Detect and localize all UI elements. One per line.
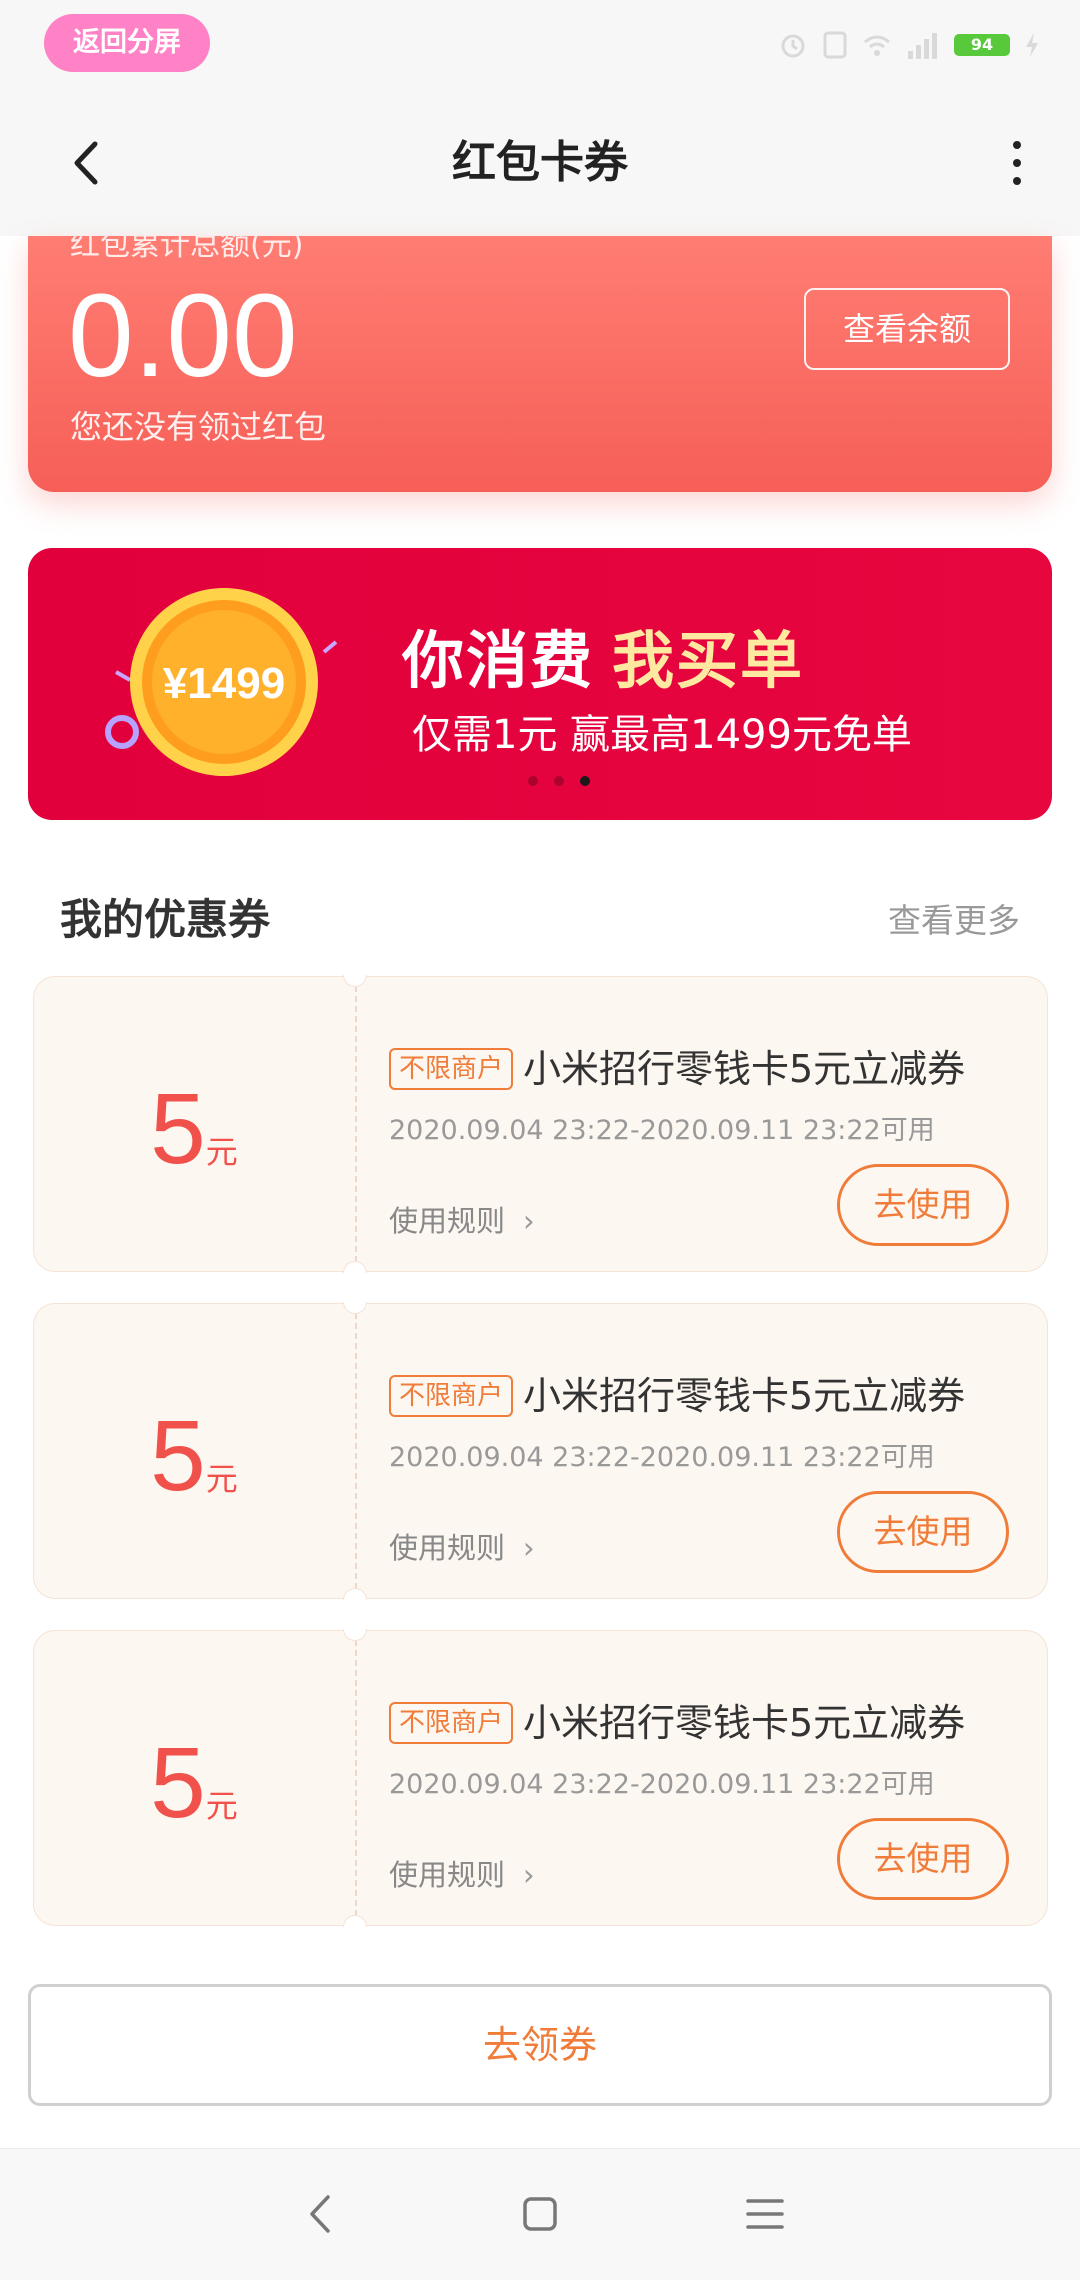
page-title: 红包卡券 [452, 137, 628, 188]
gold-coin-icon: ¥1499 [105, 588, 338, 776]
status-icons: 94 [778, 26, 1040, 64]
coin-text: ¥1499 [163, 659, 285, 708]
navigation-bar: 红包卡券 [0, 90, 1080, 236]
red-packet-card: 红包累计总额(元) 0.00 您还没有领过红包 查看余额 [28, 236, 1052, 492]
alarm-icon [781, 34, 805, 58]
coupon-card: 5元 不限商户 小米招行零钱卡5元立减券 2020.09.04 23:22-20… [33, 1302, 1048, 1600]
back-triangle-icon[interactable] [296, 2189, 346, 2239]
menu-lines-icon[interactable] [740, 2189, 790, 2239]
chevron-right-icon: › [523, 1858, 535, 1892]
coupon-value: 5元 [150, 1400, 238, 1512]
banner-dot-active [580, 776, 590, 786]
coupon-value: 5元 [150, 1073, 238, 1185]
home-square-icon[interactable] [515, 2189, 565, 2239]
chevron-right-icon: › [523, 1531, 535, 1565]
banner-title-part1: 你消费 [402, 624, 595, 697]
battery-icon: 94 [954, 34, 1010, 56]
coupon-tag: 不限商户 [389, 1048, 514, 1090]
promo-banner[interactable]: ¥1499 你消费 我买单 仅需1元 赢最高1499元免单 [28, 548, 1052, 820]
banner-title-part2: 我买单 [612, 624, 805, 697]
coupon-rules-link[interactable]: 使用规则 › [389, 1525, 535, 1567]
coupon-validity: 2020.09.04 23:22-2020.09.11 23:22可用 [389, 1769, 935, 1800]
more-vertical-icon [1013, 141, 1021, 149]
use-coupon-button[interactable]: 去使用 [837, 1491, 1009, 1573]
coupon-rules-link[interactable]: 使用规则 › [389, 1852, 535, 1894]
use-coupon-button[interactable]: 去使用 [837, 1818, 1009, 1900]
coupon-name: 小米招行零钱卡5元立减券 [523, 1701, 966, 1745]
banner-subtitle: 仅需1元 赢最高1499元免单 [412, 712, 912, 758]
wifi-icon [864, 35, 890, 56]
more-options-button[interactable] [994, 130, 1040, 196]
get-coupons-button[interactable]: 去领券 [28, 1984, 1052, 2106]
coupon-name: 小米招行零钱卡5元立减券 [523, 1047, 966, 1091]
red-packet-total-label: 红包累计总额(元) [70, 236, 304, 263]
sim-icon [823, 31, 847, 59]
signal-icon [908, 33, 937, 59]
coupon-rules-link[interactable]: 使用规则 › [389, 1198, 535, 1240]
coupon-card: 5元 不限商户 小米招行零钱卡5元立减券 2020.09.04 23:22-20… [33, 1629, 1048, 1927]
coupon-card: 5元 不限商户 小米招行零钱卡5元立减券 2020.09.04 23:22-20… [33, 975, 1048, 1273]
chevron-right-icon: › [523, 1204, 535, 1238]
coupon-value: 5元 [150, 1727, 238, 1839]
banner-dot [528, 776, 538, 786]
red-packet-total-amount: 0.00 [68, 270, 298, 402]
charging-icon [1026, 33, 1038, 57]
use-coupon-button[interactable]: 去使用 [837, 1164, 1009, 1246]
banner-pagination [528, 776, 590, 786]
red-packet-note: 您还没有领过红包 [70, 408, 327, 446]
status-bar: 返回分屏 94 [0, 0, 1080, 90]
see-more-link[interactable]: 查看更多 [888, 894, 1020, 942]
system-navigation-bar [0, 2148, 1080, 2280]
back-to-split-screen-button[interactable]: 返回分屏 [44, 14, 210, 72]
coupon-tag: 不限商户 [389, 1375, 514, 1417]
banner-dot [554, 776, 564, 786]
view-balance-button[interactable]: 查看余额 [804, 288, 1010, 370]
coupon-tag: 不限商户 [389, 1702, 514, 1744]
coupons-section-title: 我的优惠券 [60, 895, 271, 944]
coupon-validity: 2020.09.04 23:22-2020.09.11 23:22可用 [389, 1115, 935, 1146]
coupon-validity: 2020.09.04 23:22-2020.09.11 23:22可用 [389, 1442, 935, 1473]
coupon-name: 小米招行零钱卡5元立减券 [523, 1374, 966, 1418]
banner-title: 你消费 我买单 [402, 610, 804, 700]
